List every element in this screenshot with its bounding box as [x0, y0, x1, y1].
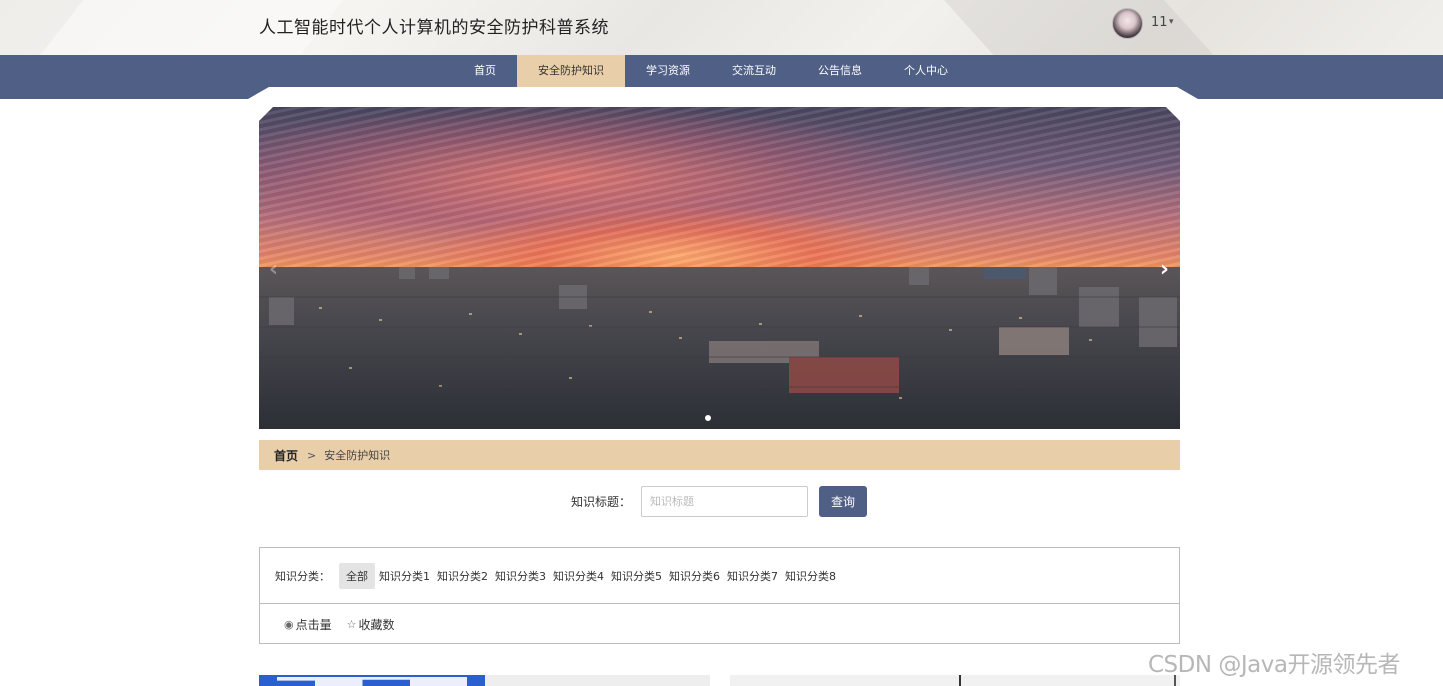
- knowledge-card[interactable]: [730, 675, 1180, 686]
- breadcrumb-home-link[interactable]: 首页: [274, 447, 298, 464]
- sort-by-clicks[interactable]: ◉ 点击量: [284, 616, 332, 633]
- sort-by-clicks-label: 点击量: [295, 617, 332, 632]
- category-filter-label: 知识分类：: [275, 569, 330, 583]
- chevron-right-icon[interactable]: ›: [1160, 257, 1169, 282]
- nav-item-home[interactable]: 首页: [453, 55, 517, 87]
- header-decoration: [925, 0, 1255, 55]
- category-item[interactable]: 知识分类7: [724, 563, 782, 589]
- knowledge-card-image[interactable]: [259, 675, 485, 686]
- nav-item-personal-center[interactable]: 个人中心: [883, 55, 969, 87]
- category-item[interactable]: 知识分类6: [666, 563, 724, 589]
- category-item[interactable]: 知识分类2: [434, 563, 492, 589]
- nav-item-forum[interactable]: 交流互动: [711, 55, 797, 87]
- sort-by-favorites-label: 收藏数: [358, 617, 395, 632]
- breadcrumb: 首页 > 安全防护知识: [259, 440, 1180, 470]
- main-nav: 首页 安全防护知识 学习资源 交流互动 公告信息 个人中心: [453, 55, 969, 87]
- star-outline-icon: ☆: [346, 617, 357, 631]
- search-button[interactable]: 查询: [819, 486, 867, 517]
- banner-clouds: [259, 107, 1180, 267]
- category-all[interactable]: 全部: [339, 562, 375, 589]
- avatar[interactable]: [1112, 8, 1143, 39]
- sort-row: ◉ 点击量 ☆ 收藏数: [260, 605, 1179, 643]
- breadcrumb-current: 安全防护知识: [324, 449, 391, 462]
- category-item[interactable]: 知识分类1: [376, 563, 434, 589]
- username[interactable]: 11: [1151, 15, 1168, 30]
- category-item[interactable]: 知识分类3: [492, 563, 550, 589]
- carousel-indicator-dot[interactable]: [705, 415, 711, 421]
- breadcrumb-separator: >: [307, 448, 317, 462]
- chevron-left-icon[interactable]: ‹: [269, 257, 278, 282]
- search-label: 知识标题：: [571, 495, 632, 509]
- sort-by-favorites[interactable]: ☆ 收藏数: [347, 616, 395, 633]
- category-filter-panel: 知识分类： 全部 知识分类1 知识分类2 知识分类3 知识分类4 知识分类5 知…: [259, 547, 1180, 644]
- watermark: CSDN @Java开源领先者: [1148, 652, 1400, 678]
- nav-item-learning-resources[interactable]: 学习资源: [625, 55, 711, 87]
- search-input[interactable]: [641, 486, 808, 517]
- nav-item-security-knowledge[interactable]: 安全防护知识: [517, 55, 625, 87]
- knowledge-card[interactable]: [485, 675, 710, 686]
- category-item[interactable]: 知识分类5: [608, 563, 666, 589]
- card-image-text-decoration: [277, 677, 467, 686]
- category-item[interactable]: 知识分类8: [782, 563, 840, 589]
- eye-icon: ◉: [284, 617, 294, 631]
- banner-city-skyline: [259, 267, 1180, 429]
- category-item[interactable]: 知识分类4: [550, 563, 608, 589]
- site-title: 人工智能时代个人计算机的安全防护科普系统: [259, 18, 609, 38]
- card-image-divider: [959, 675, 961, 686]
- site-header: 人工智能时代个人计算机的安全防护科普系统 11 ▾: [0, 0, 1443, 55]
- caret-down-icon[interactable]: ▾: [1169, 17, 1174, 27]
- category-filter-row: 知识分类： 全部 知识分类1 知识分类2 知识分类3 知识分类4 知识分类5 知…: [260, 548, 1179, 604]
- nav-item-announcements[interactable]: 公告信息: [797, 55, 883, 87]
- banner-carousel[interactable]: ‹ ›: [259, 107, 1180, 429]
- nav-bottom-decoration: [248, 87, 1198, 99]
